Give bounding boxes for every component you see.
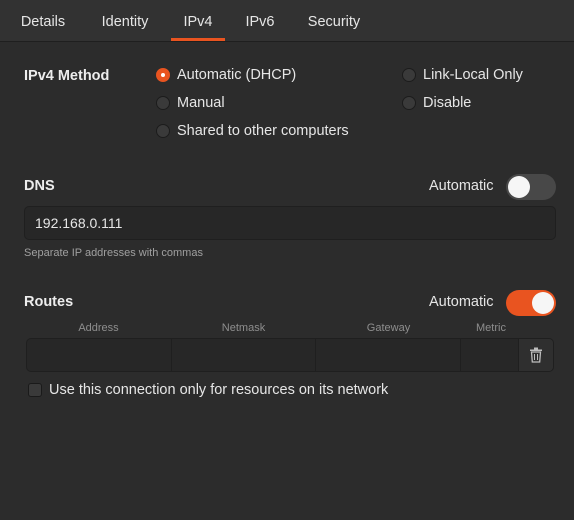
column-netmask: Netmask [221, 322, 266, 334]
routes-automatic-switch[interactable] [506, 290, 556, 316]
radio-link-local-label: Link-Local Only [423, 67, 523, 83]
only-local-resources-checkbox[interactable] [28, 383, 42, 397]
route-gateway-input[interactable] [316, 339, 462, 371]
tab-identity[interactable]: Identity [92, 0, 158, 41]
switch-knob [532, 292, 554, 314]
routes-automatic-label: Automatic [429, 294, 494, 310]
radio-indicator [156, 124, 170, 138]
switch-knob [508, 176, 530, 198]
radio-indicator [402, 68, 416, 82]
tab-ipv6[interactable]: IPv6 [240, 0, 280, 41]
radio-automatic-dhcp[interactable]: Automatic (DHCP) [156, 67, 296, 83]
dns-label: DNS [24, 178, 55, 194]
column-metric: Metric [476, 322, 506, 334]
radio-indicator [402, 96, 416, 110]
trash-icon [530, 347, 543, 363]
radio-indicator [156, 68, 170, 82]
radio-shared[interactable]: Shared to other computers [156, 123, 349, 139]
radio-disable-label: Disable [423, 95, 472, 111]
route-netmask-input[interactable] [172, 339, 317, 371]
routes-label: Routes [24, 294, 74, 310]
radio-manual-label: Manual [177, 95, 225, 111]
radio-disable[interactable]: Disable [402, 95, 471, 111]
dns-input[interactable]: 192.168.0.111 [24, 206, 556, 240]
radio-link-local-only[interactable]: Link-Local Only [402, 67, 523, 83]
radio-indicator [156, 96, 170, 110]
tab-ipv4[interactable]: IPv4 [171, 0, 225, 41]
tab-details[interactable]: Details [8, 0, 78, 41]
route-metric-input[interactable] [461, 339, 520, 371]
tab-security[interactable]: Security [300, 0, 368, 41]
only-local-resources-label: Use this connection only for resources o… [49, 382, 389, 398]
radio-automatic-dhcp-label: Automatic (DHCP) [177, 67, 297, 83]
tab-bar: Details Identity IPv4 IPv6 Security [0, 0, 574, 42]
route-address-input[interactable] [27, 339, 172, 371]
route-entry-row [26, 338, 554, 372]
radio-manual[interactable]: Manual [156, 95, 225, 111]
dns-automatic-label: Automatic [429, 178, 494, 194]
radio-shared-label: Shared to other computers [177, 123, 349, 139]
delete-route-button[interactable] [519, 339, 553, 371]
dns-automatic-switch[interactable] [506, 174, 556, 200]
column-gateway: Gateway [366, 322, 411, 334]
dns-hint: Separate IP addresses with commas [24, 247, 203, 259]
column-address: Address [78, 322, 119, 334]
ipv4-method-label: IPv4 Method [24, 68, 110, 84]
only-local-resources-option[interactable]: Use this connection only for resources o… [28, 382, 388, 398]
